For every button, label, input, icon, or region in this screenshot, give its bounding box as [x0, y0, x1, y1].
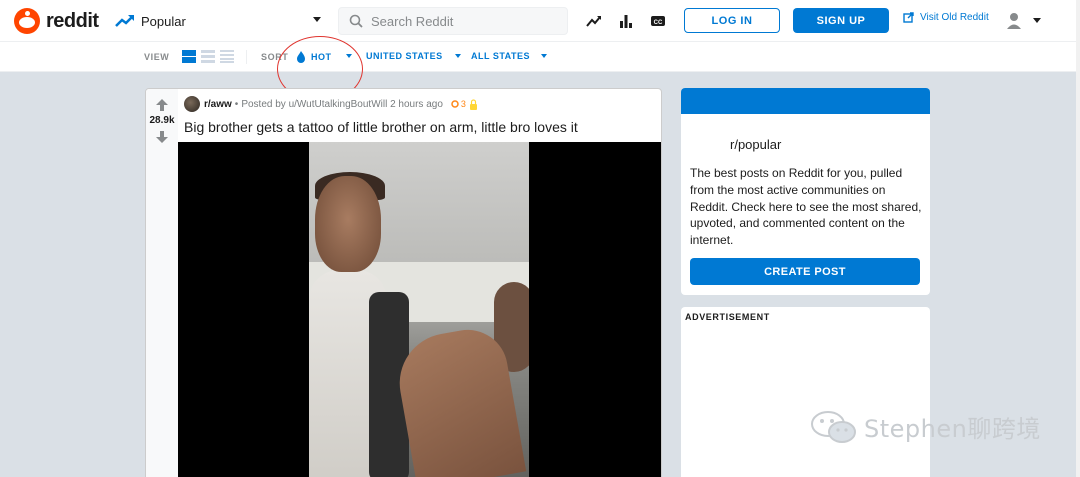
cc-icon[interactable]: CC — [649, 12, 667, 30]
post-meta: r/aww • Posted by u/WutUtalkingBoutWill … — [184, 96, 478, 112]
chevron-down-icon — [313, 17, 321, 22]
scrollbar[interactable] — [1076, 0, 1080, 477]
feed-label: Popular — [141, 13, 186, 29]
award-icon — [451, 100, 459, 108]
subreddit-avatar[interactable] — [184, 96, 200, 112]
watermark: Stephen聊跨境 — [810, 409, 1041, 444]
search-input[interactable] — [371, 13, 551, 29]
posted-by[interactable]: Posted by u/WutUtalkingBoutWill 2 hours … — [241, 99, 443, 110]
advertisement-label: ADVERTISEMENT — [685, 312, 770, 322]
video-frame — [309, 142, 529, 477]
trending-icon[interactable] — [585, 12, 603, 30]
vote-count: 28.9k — [149, 115, 175, 126]
search-bar[interactable] — [338, 7, 568, 35]
award-count: 3 — [460, 99, 466, 109]
wechat-icon — [811, 410, 856, 443]
classic-view-icon[interactable] — [201, 50, 215, 63]
search-icon — [349, 14, 363, 28]
country-value: UNITED STATES — [366, 51, 443, 61]
separator-dot: • — [234, 98, 239, 110]
svg-text:CC: CC — [654, 20, 663, 26]
top-header: reddit Popular CC LOG IN SIGN UP — [0, 0, 1080, 42]
watermark-text: Stephen聊跨境 — [864, 415, 1041, 443]
external-link-icon — [903, 12, 914, 23]
post-title[interactable]: Big brother gets a tattoo of little brot… — [184, 119, 578, 135]
chevron-down-icon[interactable] — [455, 54, 461, 58]
post-card[interactable]: 28.9k r/aww • Posted by u/WutUtalkingBou… — [145, 88, 662, 477]
video-person — [315, 176, 381, 272]
award-badge[interactable]: 3 — [451, 98, 478, 110]
divider — [246, 50, 247, 64]
logo-text: reddit — [46, 9, 99, 32]
view-label: VIEW — [144, 52, 170, 62]
reddit-alien-icon — [14, 8, 40, 34]
feed-selector[interactable]: Popular — [115, 8, 321, 34]
sort-bar: VIEW SORT HOT UNITED STATES ALL STATES — [0, 42, 1080, 72]
downvote-arrow-icon[interactable] — [155, 130, 169, 144]
card-header-bar — [681, 88, 930, 114]
country-dropdown[interactable]: UNITED STATES — [366, 51, 443, 61]
reddit-logo[interactable]: reddit — [14, 8, 99, 34]
upvote-arrow-icon[interactable] — [155, 98, 169, 112]
card-view-icon[interactable] — [182, 50, 196, 63]
state-value: ALL STATES — [471, 51, 530, 61]
create-post-button[interactable]: CREATE POST — [690, 258, 920, 285]
visit-old-reddit-link[interactable]: Visit Old Reddit — [903, 12, 989, 23]
advertisement-card: ADVERTISEMENT — [681, 307, 930, 477]
signup-button[interactable]: SIGN UP — [793, 8, 889, 33]
lock-icon — [469, 98, 477, 110]
video-player[interactable] — [178, 142, 661, 477]
compact-view-icon[interactable] — [220, 50, 234, 63]
user-menu-icon[interactable] — [1005, 12, 1045, 30]
community-info-card: r/popular The best posts on Reddit for y… — [681, 88, 930, 295]
stats-icon[interactable] — [617, 12, 635, 30]
community-title: r/popular — [730, 137, 782, 152]
old-reddit-label: Visit Old Reddit — [920, 12, 989, 23]
vote-column: 28.9k — [146, 89, 178, 477]
community-description: The best posts on Reddit for you, pulled… — [690, 166, 922, 248]
chevron-down-icon[interactable] — [541, 54, 547, 58]
subreddit-link[interactable]: r/aww — [204, 99, 232, 110]
login-button[interactable]: LOG IN — [684, 8, 780, 33]
trending-up-icon — [115, 15, 134, 27]
state-dropdown[interactable]: ALL STATES — [471, 51, 530, 61]
